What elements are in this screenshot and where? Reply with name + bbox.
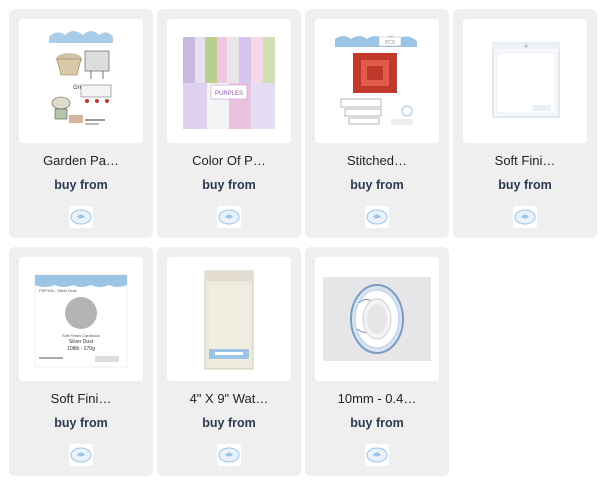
product-title[interactable]: Color Of P…	[157, 153, 301, 168]
buy-from-link[interactable]: buy from	[9, 416, 153, 430]
product-title[interactable]: Soft Fini…	[9, 391, 153, 406]
elizabeth-craft-logo-icon[interactable]	[69, 206, 93, 228]
product-card[interactable]: PURPLES Color Of P… buy from	[157, 9, 301, 238]
elizabeth-craft-logo-icon[interactable]	[69, 444, 93, 466]
product-thumbnail-garden-stamp-set[interactable]: Grow	[19, 19, 143, 143]
buy-from-link[interactable]: buy from	[157, 416, 301, 430]
buy-from-link[interactable]: buy from	[157, 178, 301, 192]
elizabeth-craft-logo-icon[interactable]	[365, 206, 389, 228]
elizabeth-craft-logo-icon[interactable]	[513, 206, 537, 228]
product-card[interactable]: PCS Stitched… buy from	[305, 9, 449, 238]
product-title[interactable]: Soft Fini…	[453, 153, 597, 168]
buy-from-link[interactable]: buy from	[9, 178, 153, 192]
product-thumbnail-watercolor-paper-pack[interactable]	[167, 257, 291, 381]
product-card[interactable]: Grow Garden Pa… buy from	[9, 9, 153, 238]
product-card[interactable]: PSP106 - Silver Dust Soft Finish Cardsto…	[9, 247, 153, 476]
buy-from-link[interactable]: buy from	[305, 178, 449, 192]
product-grid: Grow Garden Pa… buy from PURPLES Color O…	[0, 0, 600, 486]
buy-from-link[interactable]: buy from	[453, 178, 597, 192]
product-thumbnail-clear-double-sided-tape[interactable]	[315, 257, 439, 381]
product-card[interactable]: 10mm - 0.4… buy from	[305, 247, 449, 476]
product-card[interactable]: Soft Fini… buy from	[453, 9, 597, 238]
buy-from-link[interactable]: buy from	[305, 416, 449, 430]
product-thumbnail-stitched-frame-dies[interactable]: PCS	[315, 19, 439, 143]
silver-name-label: Silver Dust	[69, 339, 94, 345]
product-thumbnail-silver-cardstock-pack[interactable]: PSP106 - Silver Dust Soft Finish Cardsto…	[19, 257, 143, 381]
elizabeth-craft-logo-icon[interactable]	[217, 206, 241, 228]
product-title[interactable]: Garden Pa…	[9, 153, 153, 168]
product-title[interactable]: Stitched…	[305, 153, 449, 168]
stitched-label: PCS	[385, 40, 396, 46]
silver-sub-label: Soft Finish Cardstock	[62, 333, 100, 338]
product-card[interactable]: 4" X 9" Wat… buy from	[157, 247, 301, 476]
product-title[interactable]: 10mm - 0.4…	[305, 391, 449, 406]
product-thumbnail-paper-pad-purples[interactable]: PURPLES	[167, 19, 291, 143]
elizabeth-craft-logo-icon[interactable]	[365, 444, 389, 466]
elizabeth-craft-logo-icon[interactable]	[217, 444, 241, 466]
silver-code-label: PSP106 - Silver Dust	[39, 288, 77, 293]
product-thumbnail-clear-sleeve-pack[interactable]	[463, 19, 587, 143]
product-title[interactable]: 4" X 9" Wat…	[157, 391, 301, 406]
paper-brand-label: PURPLES	[215, 91, 243, 97]
silver-weight-label: 108lb - 270g	[67, 346, 95, 352]
